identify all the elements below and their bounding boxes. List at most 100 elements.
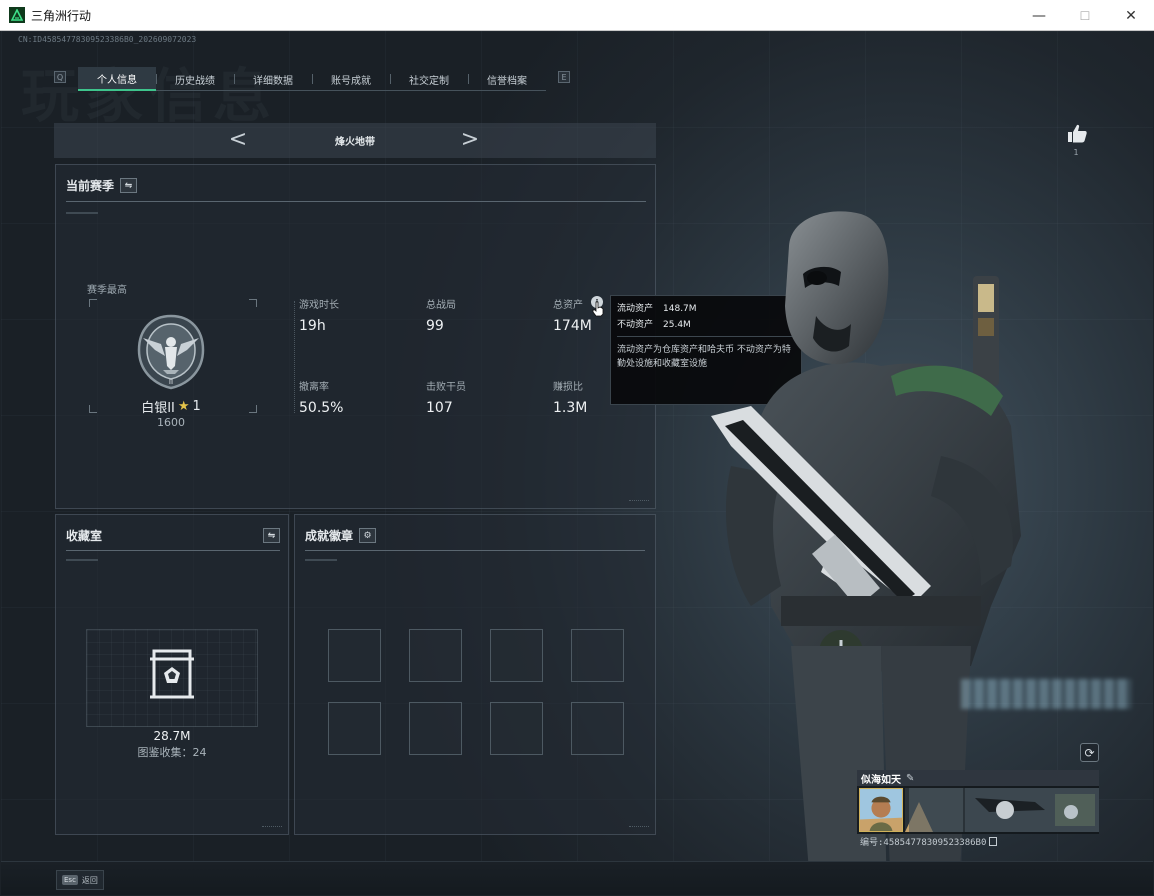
tab-social-custom[interactable]: 社交定制 [390, 67, 468, 91]
player-name: 似海如天 [861, 774, 901, 786]
season-best-label: 赛季最高 [87, 285, 127, 296]
stat-value: 1.3M [553, 400, 588, 416]
player-uid-text: 编号:45854778309523386B0 [860, 838, 987, 848]
stat-label: 总战局 [426, 300, 456, 311]
collection-title-text: 收藏室 [66, 529, 103, 543]
tab-match-history[interactable]: 历史战绩 [156, 67, 234, 91]
stat-label: 游戏时长 [299, 300, 339, 311]
stat-value: 50.5% [299, 400, 344, 416]
divider [66, 212, 98, 214]
stat-profit-loss: 赚损比 1.3M [553, 378, 587, 416]
maximize-button[interactable]: ☐ [1062, 0, 1108, 31]
back-label: 返回 [81, 875, 98, 885]
svg-text:II: II [169, 378, 173, 386]
season-panel-title: 当前赛季 ⇋ [66, 177, 138, 194]
session-id-text: CN:ID45854778309523386B0_202609072023 [18, 35, 197, 44]
window-controls: — ☐ ✕ [1016, 0, 1154, 31]
profile-tabs: 个人信息 历史战绩 详细数据 账号成就 社交定制 信誉档案 [78, 67, 546, 91]
avatar [859, 788, 903, 832]
achievement-badges-panel: 成就徽章 ⚙ [294, 514, 656, 835]
refresh-icon[interactable]: ⟳ [1080, 743, 1099, 762]
frame-corner [89, 299, 97, 307]
rank-eagle-emblem: II [137, 314, 205, 390]
divider [305, 559, 337, 561]
stat-value: 107 [426, 400, 453, 416]
vault-display-icon [150, 649, 194, 699]
rank-star-icon: ★ [177, 399, 190, 414]
like-icon[interactable] [1066, 122, 1088, 144]
edit-icon[interactable]: ✎ [906, 773, 914, 784]
bottom-bar [1, 861, 1153, 895]
rank-star-count: 1 [192, 399, 201, 414]
divider [294, 301, 295, 413]
tab-personal-info[interactable]: 个人信息 [78, 67, 156, 91]
tooltip-label: 流动资产 [617, 304, 654, 314]
tab-next-key[interactable]: E [558, 71, 570, 83]
stat-label: 撤离率 [299, 382, 329, 393]
badge-slot[interactable] [328, 702, 381, 755]
badge-slot[interactable] [409, 629, 462, 682]
stat-total-matches: 总战局 99 [426, 296, 456, 334]
badge-slot[interactable] [490, 629, 543, 682]
divider [66, 559, 98, 561]
current-season-panel: 当前赛季 ⇋ 赛季最高 II 白银II ★ 1 1600 游戏时长 19h 总战… [55, 164, 656, 509]
close-button[interactable]: ✕ [1108, 0, 1154, 31]
copy-icon[interactable] [989, 837, 998, 846]
map-next-button[interactable]: > [458, 127, 482, 152]
player-name-card[interactable]: 似海如天 ✎ [857, 770, 1099, 834]
stat-value: 99 [426, 318, 444, 334]
player-uid: 编号:45854778309523386B0 [860, 835, 998, 848]
collection-count: 图鉴收集：24 [137, 746, 207, 759]
badge-slot[interactable] [409, 702, 462, 755]
frame-corner [249, 405, 257, 413]
tab-achievements[interactable]: 账号成就 [312, 67, 390, 91]
stat-label: 总资产 [553, 300, 583, 311]
badges-panel-title: 成就徽章 ⚙ [305, 527, 377, 544]
esc-key-hint: Esc [62, 875, 78, 885]
cursor-hand-icon [592, 301, 604, 317]
corner-decoration [629, 500, 649, 505]
rank-tier-text: 白银II [141, 401, 175, 416]
stat-value: 174M [553, 318, 592, 334]
stat-extraction-rate: 撤离率 50.5% [299, 378, 343, 416]
map-prev-button[interactable]: < [226, 127, 250, 152]
corner-decoration [262, 826, 282, 831]
tab-credit-record[interactable]: 信誉档案 [468, 67, 546, 91]
divider [66, 201, 646, 202]
tooltip-value: 25.4M [663, 320, 691, 330]
badge-slot[interactable] [571, 702, 624, 755]
light-haze [961, 679, 1131, 709]
badges-title-text: 成就徽章 [305, 529, 354, 543]
collection-swap-icon[interactable]: ⇋ [263, 528, 280, 543]
stat-operator-kills: 击败干员 107 [426, 378, 466, 416]
map-mode-name: 烽火地带 [335, 137, 375, 148]
season-swap-icon[interactable]: ⇋ [120, 178, 138, 193]
stat-total-assets: 总资产 174M [553, 296, 592, 334]
background-watermark: 玩家信息 [21, 62, 278, 130]
minimize-button[interactable]: — [1016, 0, 1062, 31]
badge-slot[interactable] [571, 629, 624, 682]
card-banner-image [905, 788, 1099, 832]
tab-detailed-stats[interactable]: 详细数据 [234, 67, 312, 91]
collection-panel-title: 收藏室 ⇋ [66, 527, 280, 544]
badge-slot[interactable] [490, 702, 543, 755]
badge-slot[interactable] [328, 629, 381, 682]
window-titlebar: 三角洲行动 — ☐ ✕ [0, 0, 1154, 31]
tab-prev-key[interactable]: Q [54, 71, 66, 83]
badges-settings-icon[interactable]: ⚙ [359, 528, 377, 543]
window-title: 三角洲行动 [31, 8, 92, 23]
rank-name: 白银II ★ 1 [96, 397, 246, 416]
map-mode-selector: < 烽火地带 > [54, 123, 656, 158]
divider [66, 550, 280, 551]
season-title-text: 当前赛季 [66, 179, 115, 193]
app-logo-icon [9, 7, 25, 23]
rank-score: 1600 [157, 416, 185, 429]
card-name-row: 似海如天 ✎ [857, 770, 1099, 786]
collection-room-panel: 收藏室 ⇋ 28.7M 图鉴收集：24 [55, 514, 289, 835]
collection-value: 28.7M [153, 729, 191, 743]
divider [305, 550, 645, 551]
stat-play-time: 游戏时长 19h [299, 296, 339, 334]
frame-corner [249, 299, 257, 307]
game-viewport: 玩家信息 CN:ID45854778309523386B0_2026090720… [1, 31, 1153, 895]
back-button[interactable]: Esc 返回 [56, 870, 104, 890]
